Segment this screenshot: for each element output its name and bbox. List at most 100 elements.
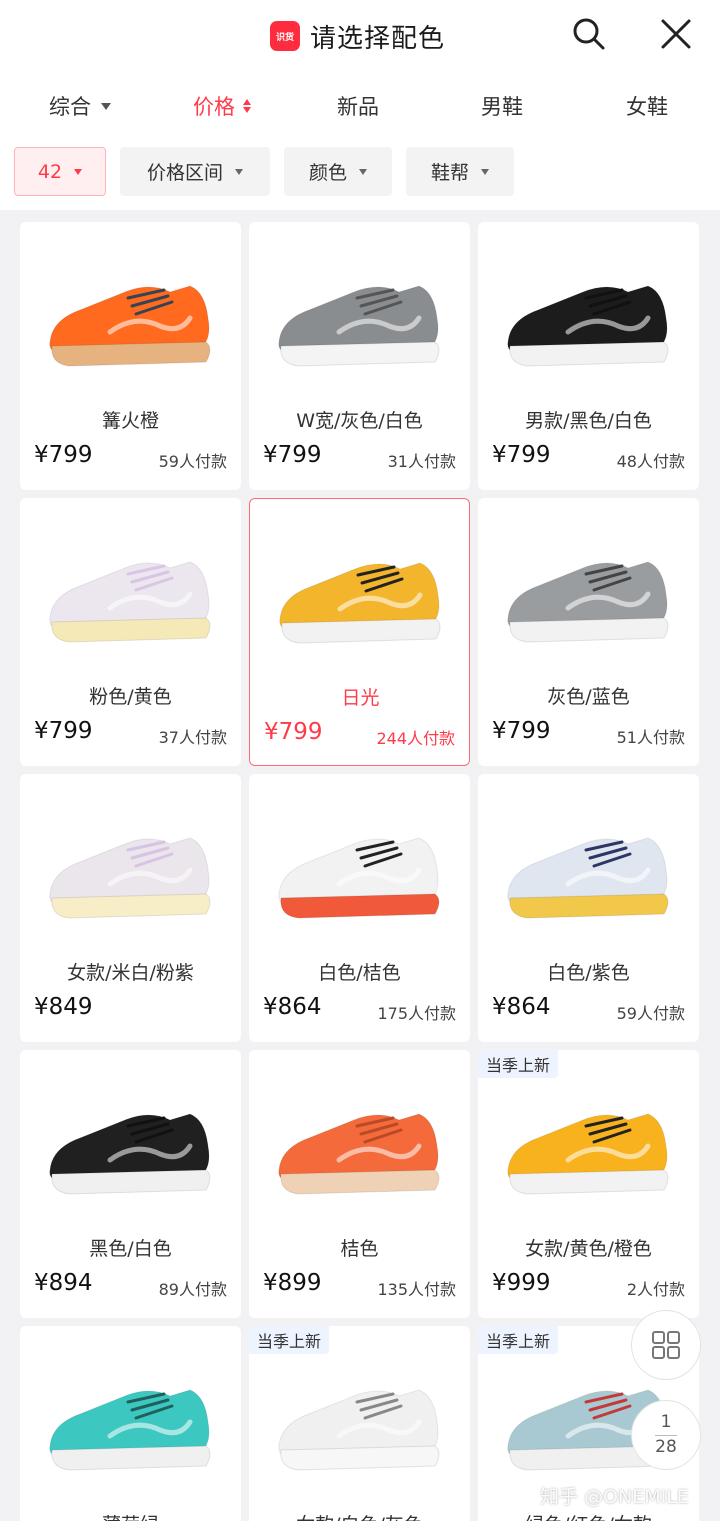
shoe-image <box>49 1389 211 1471</box>
shoe-image <box>507 561 669 643</box>
watermark: 知乎 @ONEMILE <box>540 1486 689 1508</box>
product-price: ¥799 <box>34 442 93 468</box>
shoe-image <box>278 1113 440 1195</box>
product-card[interactable]: 篝火橙 ¥799 59人付款 <box>20 222 241 490</box>
sort-bar: 综合 价格 新品 男鞋 女鞋 <box>0 72 720 140</box>
page-current: 1 <box>660 1411 672 1432</box>
product-card[interactable]: 日光 ¥799 244人付款 <box>249 498 470 766</box>
tab-comprehensive[interactable]: 综合 <box>49 90 111 122</box>
new-season-badge: 当季上新 <box>478 1050 559 1078</box>
grid-view-button[interactable] <box>631 1310 701 1380</box>
filter-label: 价格区间 <box>146 162 223 184</box>
product-card[interactable]: 粉色/黄色 ¥799 37人付款 <box>20 498 241 766</box>
sold-count: 135人付款 <box>377 1280 456 1299</box>
product-name: 篝火橙 <box>101 410 159 432</box>
grid-icon <box>652 1331 680 1359</box>
shoe-image <box>49 561 211 643</box>
product-name: 白色/桔色 <box>318 962 401 984</box>
filter-label: 42 <box>37 160 63 183</box>
product-name: 粉色/黄色 <box>89 686 172 708</box>
close-button[interactable] <box>656 14 696 54</box>
product-name: 桔色 <box>340 1238 379 1260</box>
shoe-image <box>278 285 440 367</box>
tab-label: 价格 <box>193 95 235 119</box>
filter-color[interactable]: 颜色 <box>284 147 392 196</box>
product-card[interactable]: 白色/桔色 ¥864 175人付款 <box>249 774 470 1042</box>
sold-count: 89人付款 <box>158 1280 227 1299</box>
tab-label: 新品 <box>337 95 379 119</box>
product-price: ¥799 <box>34 718 93 744</box>
filter-label: 颜色 <box>308 162 347 184</box>
dropdown-arrow-icon <box>235 168 243 175</box>
product-name: 灰色/蓝色 <box>547 686 630 708</box>
sold-count: 48人付款 <box>616 452 685 471</box>
new-season-badge: 当季上新 <box>478 1326 559 1354</box>
new-season-badge: 当季上新 <box>249 1326 330 1354</box>
product-card[interactable]: 黑色/白色 ¥894 89人付款 <box>20 1050 241 1318</box>
dropdown-arrow-icon <box>101 102 111 110</box>
sold-count: 31人付款 <box>387 452 456 471</box>
tab-new[interactable]: 新品 <box>337 90 379 122</box>
product-card[interactable]: W宽/灰色/白色 ¥799 31人付款 <box>249 222 470 490</box>
tab-women[interactable]: 女鞋 <box>626 90 668 122</box>
shoe-image <box>279 562 441 644</box>
shoe-image <box>507 285 669 367</box>
product-name: 白色/紫色 <box>547 962 630 984</box>
filter-size[interactable]: 42 <box>14 147 106 196</box>
shoe-image <box>278 837 440 919</box>
dropdown-arrow-icon <box>359 168 367 175</box>
product-name: 薄荷绿 <box>20 1510 241 1521</box>
brand-logo: 识货 <box>270 21 300 51</box>
sort-updown-icon <box>243 99 251 113</box>
product-price: ¥849 <box>34 994 93 1020</box>
product-card[interactable]: 女款/米白/粉紫 ¥849 <box>20 774 241 1042</box>
product-card[interactable]: 薄荷绿 <box>20 1326 241 1521</box>
product-price: ¥799 <box>492 442 551 468</box>
product-card[interactable]: 白色/紫色 ¥864 59人付款 <box>478 774 699 1042</box>
filter-label: 鞋帮 <box>430 162 469 184</box>
product-name: 日光 <box>341 687 380 709</box>
product-price: ¥999 <box>492 1270 551 1296</box>
sold-count: 2人付款 <box>626 1280 685 1299</box>
product-card[interactable]: 男款/黑色/白色 ¥799 48人付款 <box>478 222 699 490</box>
product-name: W宽/灰色/白色 <box>296 410 423 432</box>
page-divider <box>655 1434 677 1436</box>
filter-upper[interactable]: 鞋帮 <box>406 147 514 196</box>
search-icon <box>573 18 605 50</box>
dropdown-arrow-icon <box>74 168 83 175</box>
filter-bar: 42 价格区间 颜色 鞋帮 <box>0 140 720 210</box>
search-button[interactable] <box>569 14 609 54</box>
shoe-image <box>49 837 211 919</box>
shoe-image <box>49 285 211 367</box>
page-title: 请选择配色 <box>310 23 446 54</box>
product-card[interactable]: 灰色/蓝色 ¥799 51人付款 <box>478 498 699 766</box>
sold-count: 59人付款 <box>616 1004 685 1023</box>
title-area: 识货 请选择配色 <box>270 18 445 54</box>
tab-label: 男鞋 <box>481 95 523 119</box>
product-name: 男款/黑色/白色 <box>525 410 652 432</box>
tab-label: 女鞋 <box>626 95 668 119</box>
page-total: 28 <box>655 1436 677 1457</box>
tab-men[interactable]: 男鞋 <box>481 90 523 122</box>
shoe-image <box>49 1113 211 1195</box>
sold-count: 244人付款 <box>376 729 455 748</box>
shoe-image <box>507 837 669 919</box>
product-name: 绿色/红色/女款 <box>478 1510 699 1521</box>
product-price: ¥899 <box>263 1270 322 1296</box>
product-price: ¥864 <box>492 994 551 1020</box>
product-card[interactable]: 当季上新 女款/黄色/橙色 ¥999 2人付款 <box>478 1050 699 1318</box>
close-icon <box>661 19 691 49</box>
product-name: 女款/米白/粉紫 <box>67 962 194 984</box>
shoe-image <box>278 1389 440 1471</box>
tab-price[interactable]: 价格 <box>193 90 251 122</box>
filter-price-range[interactable]: 价格区间 <box>120 147 270 196</box>
sold-count: 59人付款 <box>158 452 227 471</box>
page-indicator: 1 28 <box>631 1400 701 1470</box>
product-price: ¥799 <box>264 719 323 745</box>
product-card[interactable]: 当季上新 女款/白色/灰色 <box>249 1326 470 1521</box>
product-price: ¥864 <box>263 994 322 1020</box>
product-price: ¥799 <box>263 442 322 468</box>
sold-count: 175人付款 <box>377 1004 456 1023</box>
tab-label: 综合 <box>49 95 91 119</box>
product-card[interactable]: 桔色 ¥899 135人付款 <box>249 1050 470 1318</box>
